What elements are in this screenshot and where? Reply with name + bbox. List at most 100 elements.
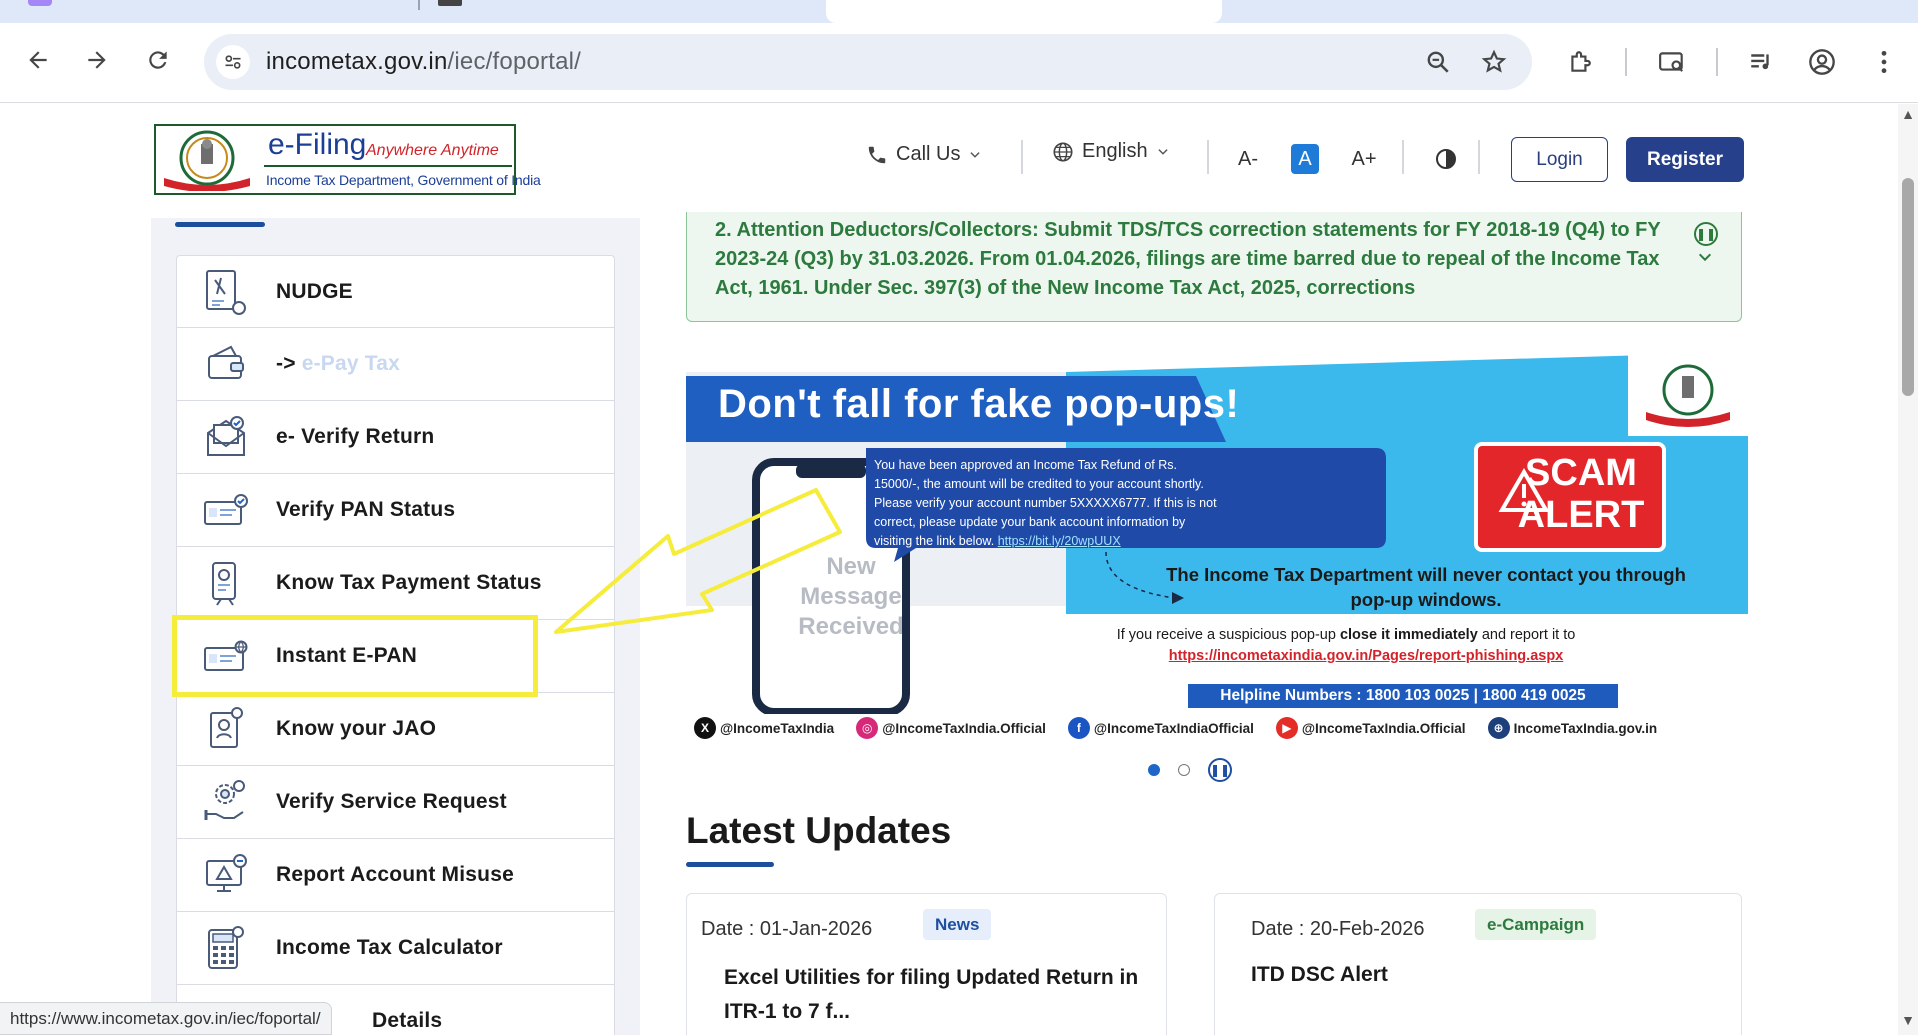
quick-link-e-pay-tax[interactable]: -> e-Pay Tax <box>176 328 615 401</box>
quick-link-report-account-misuse[interactable]: Report Account Misuse <box>176 839 615 912</box>
announcement-ticker: 2. Attention Deductors/Collectors: Submi… <box>686 212 1742 322</box>
gear-hand-icon <box>204 780 245 820</box>
quick-link-label: Know Tax Payment Status <box>276 571 542 594</box>
bookmark-star-icon[interactable] <box>1476 44 1512 80</box>
update-card[interactable]: Date : 01-Jan-2026 News Excel Utilities … <box>686 893 1167 1035</box>
carousel-dot-active[interactable] <box>1148 764 1160 776</box>
envelope-check-icon <box>207 416 245 456</box>
zoom-icon[interactable] <box>1420 44 1456 80</box>
social-facebook: f @IncomeTaxIndiaOfficial <box>1067 717 1254 739</box>
calculator-icon <box>208 926 244 969</box>
ticker-expand-icon[interactable] <box>1697 250 1713 268</box>
update-card[interactable]: Date : 20-Feb-2026 e-Campaign ITD DSC Al… <box>1214 893 1742 1035</box>
tab-search-icon[interactable] <box>1654 44 1690 80</box>
language-dropdown[interactable]: English <box>1052 140 1170 163</box>
emblem-icon <box>164 130 250 191</box>
scroll-down-icon[interactable]: ▼ <box>1900 1012 1916 1028</box>
login-button[interactable]: Login <box>1511 137 1608 182</box>
contrast-toggle-button[interactable] <box>1432 144 1460 174</box>
back-arrow-icon <box>29 51 47 69</box>
quick-link-label: -> e-Pay Tax <box>276 352 401 375</box>
toolbar-separator <box>1716 48 1718 76</box>
latest-updates-heading: Latest Updates <box>686 810 952 851</box>
phishing-report-link[interactable]: https://incometaxindia.gov.in/Pages/repo… <box>1086 648 1646 664</box>
phone-receipt-icon <box>212 562 236 606</box>
quick-link-verify-service-request[interactable]: Verify Service Request <box>176 766 615 839</box>
announcement-text: 2. Attention Deductors/Collectors: Submi… <box>715 219 1661 299</box>
quick-link-income-tax-calculator[interactable]: Income Tax Calculator <box>176 912 615 985</box>
monitor-alert-icon <box>206 854 247 892</box>
call-us-label: Call Us <box>896 143 961 165</box>
media-controls-icon[interactable] <box>1743 44 1779 80</box>
site-settings-icon[interactable] <box>216 45 250 79</box>
quick-link-label: Verify Service Request <box>276 790 507 813</box>
forward-arrow-icon <box>88 51 106 69</box>
logo-divider <box>264 165 512 167</box>
font-increase-button[interactable]: A+ <box>1350 144 1378 174</box>
scroll-up-icon[interactable]: ▲ <box>1900 106 1916 122</box>
update-title[interactable]: Excel Utilities for filing Updated Retur… <box>724 961 1144 1029</box>
contrast-icon <box>1436 149 1456 169</box>
update-title[interactable]: ITD DSC Alert <box>1251 958 1671 992</box>
call-us-dropdown[interactable]: Call Us <box>866 143 982 166</box>
header-separator <box>1021 140 1023 174</box>
chevron-down-icon <box>1158 148 1168 155</box>
globe-icon <box>1053 141 1073 162</box>
highlight-box <box>172 615 538 697</box>
tab-favicon <box>438 0 462 6</box>
banner-social-handles: X @IncomeTaxIndia ◎ @IncomeTaxIndia.Offici… <box>694 716 1744 740</box>
tab-favicon <box>28 0 52 6</box>
carousel-indicators: ❚❚ <box>1148 758 1232 782</box>
carousel-dot[interactable] <box>1178 764 1190 776</box>
status-bar-url: https://www.incometax.gov.in/iec/foporta… <box>0 1002 332 1035</box>
social-x: X @IncomeTaxIndia <box>694 717 834 739</box>
font-default-button[interactable]: A <box>1291 144 1319 174</box>
facebook-icon: f <box>1067 717 1090 739</box>
active-tab[interactable] <box>826 0 1222 23</box>
font-decrease-button[interactable]: A- <box>1234 144 1262 174</box>
banner-headline: Don't fall for fake pop-ups! <box>718 382 1240 426</box>
quick-link-know-your-jao[interactable]: Know your JAO <box>176 693 615 766</box>
reload-icon <box>149 51 167 69</box>
language-label: English <box>1082 140 1148 162</box>
url-text[interactable]: incometax.gov.in/iec/foportal/ <box>266 48 581 76</box>
quick-link-label: Know your JAO <box>276 717 437 740</box>
efiling-logo[interactable]: e-Filing Anywhere Anytime Income Tax Dep… <box>154 124 541 195</box>
nudge-icon <box>206 270 246 315</box>
update-date: Date : 20-Feb-2026 <box>1251 918 1425 940</box>
banner-report-instruction: If you receive a suspicious pop-up close… <box>1116 627 1576 643</box>
helpline-numbers: Helpline Numbers : 1800 103 0025 | 1800 … <box>1188 684 1618 708</box>
reload-button[interactable] <box>138 40 178 80</box>
tab-separator <box>418 0 420 10</box>
quick-link-label: Income Tax Calculator <box>276 936 503 959</box>
logo-subtitle: Income Tax Department, Government of Ind… <box>266 172 541 188</box>
update-badge: e-Campaign <box>1475 909 1597 940</box>
forward-button[interactable] <box>77 40 117 80</box>
scrollbar-thumb[interactable] <box>1902 178 1914 396</box>
quick-link-e-verify-return[interactable]: e- Verify Return <box>176 401 615 474</box>
banner-never-contact: The Income Tax Department will never con… <box>1166 564 1686 610</box>
quick-link-nudge[interactable]: NUDGE <box>176 255 615 328</box>
carousel-pause-button[interactable]: ❚❚ <box>1208 758 1232 782</box>
social-instagram: ◎ @IncomeTaxIndia.Official <box>856 717 1046 739</box>
quick-links-accent <box>175 222 265 227</box>
logo-tagline: Anywhere Anytime <box>366 142 499 159</box>
browser-menu-icon[interactable] <box>1866 44 1902 80</box>
back-button[interactable] <box>18 40 58 80</box>
instagram-icon: ◎ <box>856 717 879 739</box>
banner-popup-message: You have been approved an Income Tax Ref… <box>874 458 1217 548</box>
extensions-icon[interactable] <box>1562 44 1598 80</box>
quick-link-label: Report Account Misuse <box>276 863 514 886</box>
register-button[interactable]: Register <box>1626 137 1744 182</box>
header-separator <box>1402 140 1404 174</box>
profile-avatar-icon[interactable] <box>1804 44 1840 80</box>
social-website: ⊕ IncomeTaxIndia.gov.in <box>1487 717 1657 739</box>
chevron-down-icon <box>970 151 981 158</box>
pointer-arrow <box>554 488 842 634</box>
scam-alert-label: SCAM ALERT <box>1517 452 1645 536</box>
ticker-pause-button[interactable]: ❚❚ <box>1694 222 1718 246</box>
phone-icon <box>868 146 886 163</box>
header-separator <box>1478 140 1480 174</box>
update-badge: News <box>923 909 992 940</box>
quick-link-label: e- Verify Return <box>276 425 435 448</box>
